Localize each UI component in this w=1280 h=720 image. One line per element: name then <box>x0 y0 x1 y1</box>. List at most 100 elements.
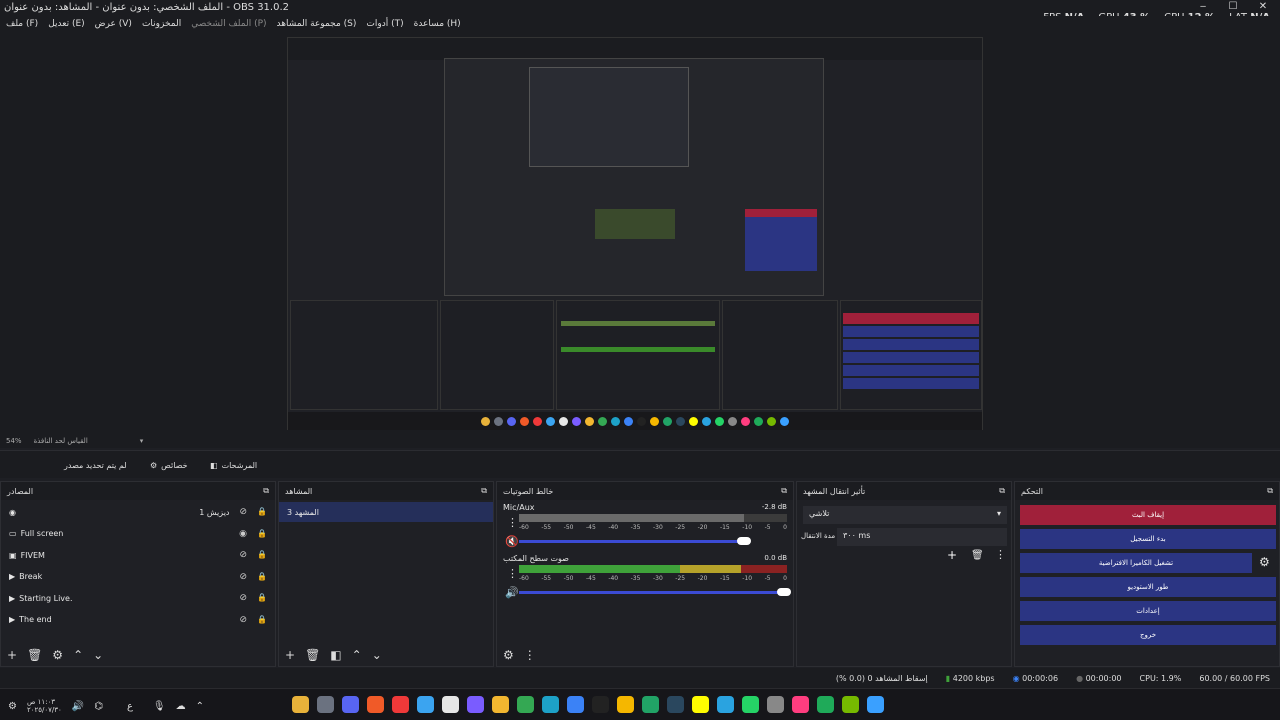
settings-icon[interactable] <box>317 696 334 713</box>
network-tray-icon[interactable]: ⌬ <box>94 701 103 712</box>
source-item[interactable]: ◉ ديزيش 1 ⊘ 🔒 <box>1 502 275 522</box>
undock-icon[interactable]: ⧉ <box>781 486 787 496</box>
visibility-icon[interactable]: ◉ <box>239 529 247 539</box>
mic-tray-icon[interactable]: 🎙 <box>153 701 166 712</box>
source-item[interactable]: ▭ Full screen ◉ 🔒 <box>1 524 275 544</box>
scene-filter-icon[interactable]: ◧ <box>330 648 341 662</box>
menu-tools[interactable]: أدوات (T) <box>366 19 403 29</box>
move-down-icon[interactable]: ⌄ <box>372 648 382 662</box>
control-button[interactable]: تشغيل الكاميرا الافتراضية <box>1020 553 1252 573</box>
language-tray-icon[interactable]: ع <box>127 701 133 712</box>
windows-icon[interactable] <box>867 696 884 713</box>
remove-transition-icon[interactable]: 🗑 <box>971 550 984 561</box>
add-source-icon[interactable]: + <box>7 648 17 662</box>
muted-speaker-icon[interactable]: 🔇 <box>505 535 519 548</box>
files-icon[interactable] <box>417 696 434 713</box>
whatsapp-icon[interactable] <box>742 696 759 713</box>
menu-scene-collection[interactable]: مجموعة المشاهد (S) <box>277 19 357 29</box>
visibility-icon[interactable]: ⊘ <box>239 550 247 560</box>
transition-select[interactable]: تلاشي ▾ <box>803 506 1007 524</box>
control-button[interactable]: إيقاف البث <box>1020 505 1276 525</box>
control-button[interactable]: طور الاستوديو <box>1020 577 1276 597</box>
control-button[interactable]: بدء التسجيل <box>1020 529 1276 549</box>
add-transition-icon[interactable]: + <box>947 548 957 562</box>
volume-handle[interactable] <box>777 588 791 596</box>
arc-icon[interactable] <box>492 696 509 713</box>
chevron-up-icon[interactable]: ⌃ <box>196 701 204 712</box>
undock-icon[interactable]: ⧉ <box>1267 486 1273 496</box>
capcut-icon[interactable] <box>792 696 809 713</box>
epic-icon[interactable] <box>592 696 609 713</box>
mixer-menu-icon[interactable]: ⋮ <box>524 648 536 662</box>
chevron-down-icon[interactable]: ▾ <box>140 437 144 445</box>
clock[interactable]: ١١:٠٣ ص ٢٠٢٥/٠٧/٣٠ <box>27 698 62 714</box>
settings-tray-icon[interactable]: ⚙ <box>8 701 17 712</box>
transition-menu-icon[interactable]: ⋮ <box>995 548 1006 561</box>
move-up-icon[interactable]: ⌃ <box>352 648 362 662</box>
scene-item[interactable]: المشهد 3 <box>279 502 493 522</box>
telegram-icon[interactable] <box>717 696 734 713</box>
brave-icon[interactable] <box>367 696 384 713</box>
move-up-icon[interactable]: ⌃ <box>73 648 83 662</box>
visibility-icon[interactable]: ⊘ <box>239 593 247 603</box>
notepad-icon[interactable] <box>442 696 459 713</box>
volume-tray-icon[interactable]: 🔊 <box>72 701 84 712</box>
obs-icon[interactable] <box>467 696 484 713</box>
advanced-audio-icon[interactable]: ⚙ <box>503 648 514 662</box>
visibility-icon[interactable]: ⊘ <box>239 572 247 582</box>
lock-icon[interactable]: 🔒 <box>257 507 267 517</box>
remove-scene-icon[interactable]: 🗑 <box>305 648 320 662</box>
lock-icon[interactable]: 🔒 <box>257 615 267 625</box>
source-item[interactable]: ▶ Break ⊘ 🔒 <box>1 567 275 587</box>
chrome2-icon[interactable] <box>517 696 534 713</box>
undock-icon[interactable]: ⧉ <box>999 486 1005 496</box>
volume-slider[interactable] <box>519 540 743 543</box>
b-icon[interactable] <box>817 696 834 713</box>
menu-edit[interactable]: تعديل (E) <box>48 19 84 29</box>
xbox-icon[interactable] <box>642 696 659 713</box>
undock-icon[interactable]: ⧉ <box>263 486 269 496</box>
duration-input[interactable]: ٣٠٠ ms <box>837 528 1007 546</box>
cloud-tray-icon[interactable]: ☁ <box>176 701 186 712</box>
lock-icon[interactable]: 🔒 <box>257 550 267 560</box>
camera-settings-icon[interactable]: ⚙ <box>1259 555 1270 569</box>
source-item[interactable]: ▶ The end ⊘ 🔒 <box>1 610 275 630</box>
menu-view[interactable]: عرض (V) <box>95 19 132 29</box>
lock-icon[interactable]: 🔒 <box>257 572 267 582</box>
lock-icon[interactable]: 🔒 <box>257 593 267 603</box>
visibility-icon[interactable]: ⊘ <box>239 615 247 625</box>
lock-icon[interactable]: 🔒 <box>257 529 267 539</box>
app-icon[interactable] <box>567 696 584 713</box>
steam-icon[interactable] <box>667 696 684 713</box>
edge-icon[interactable] <box>542 696 559 713</box>
speaker-icon[interactable]: 🔊 <box>505 586 519 599</box>
source-item[interactable]: ▶ Starting Live. ⊘ 🔒 <box>1 588 275 608</box>
remove-source-icon[interactable]: 🗑 <box>27 648 42 662</box>
control-button[interactable]: إعدادات <box>1020 601 1276 621</box>
source-settings-icon[interactable]: ⚙ <box>52 648 63 662</box>
channel-menu-icon[interactable]: ⋮ <box>507 567 518 580</box>
undock-icon[interactable]: ⧉ <box>481 486 487 496</box>
menu-docks[interactable]: المخزونات <box>142 19 181 29</box>
channel-menu-icon[interactable]: ⋮ <box>507 516 518 529</box>
volume-slider[interactable] <box>519 591 781 594</box>
source-item[interactable]: ▣ FIVEM ⊘ 🔒 <box>1 545 275 565</box>
menu-file[interactable]: ملف (F) <box>6 19 38 29</box>
nvidia-icon[interactable] <box>842 696 859 713</box>
move-down-icon[interactable]: ⌄ <box>93 648 103 662</box>
menu-profile[interactable]: الملف الشخصي (P) <box>191 19 266 29</box>
discord-icon[interactable] <box>342 696 359 713</box>
rockstar-icon[interactable] <box>617 696 634 713</box>
filters-button[interactable]: ◧ المرشحات <box>210 457 257 473</box>
menu-help[interactable]: مساعدة (H) <box>414 19 461 29</box>
add-scene-icon[interactable]: + <box>285 648 295 662</box>
properties-button[interactable]: ⚙ خصائص <box>150 457 188 473</box>
volume-handle[interactable] <box>737 537 751 545</box>
control-button[interactable]: خروج <box>1020 625 1276 645</box>
visibility-icon[interactable]: ⊘ <box>239 507 247 517</box>
clock-icon[interactable] <box>767 696 784 713</box>
chrome-icon[interactable] <box>292 696 309 713</box>
snap-icon[interactable] <box>692 696 709 713</box>
zoom-label[interactable]: القياس لحد النافذة <box>34 437 88 445</box>
vivaldi-icon[interactable] <box>392 696 409 713</box>
